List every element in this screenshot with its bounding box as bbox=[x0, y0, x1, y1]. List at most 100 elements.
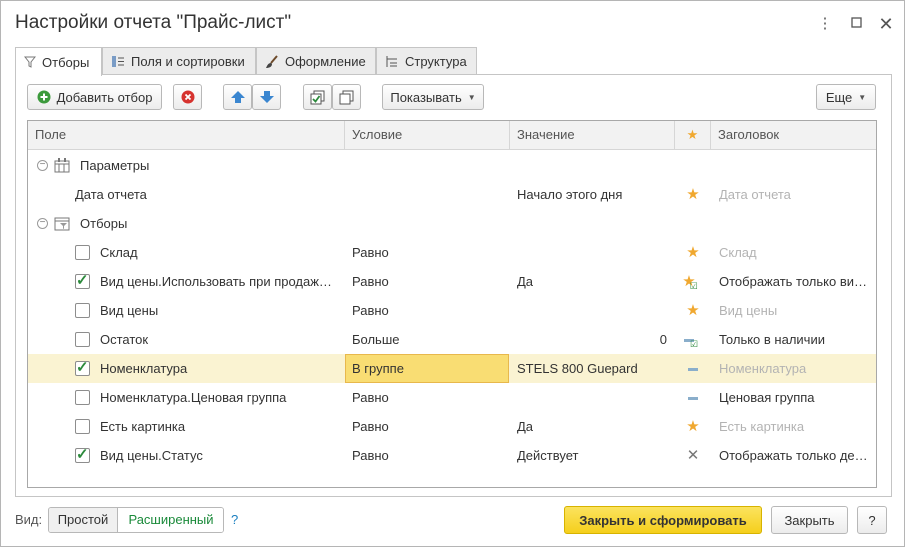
condition-cell[interactable]: Равно bbox=[352, 267, 502, 296]
tab-appearance-label: Оформление bbox=[285, 54, 366, 69]
col-value[interactable]: Значение bbox=[510, 121, 675, 150]
brush-icon bbox=[266, 54, 278, 68]
uncheck-all-icon bbox=[339, 90, 354, 104]
group-row-params[interactable]: − Параметры bbox=[28, 151, 876, 180]
view-mode-switch: Простой Расширенный bbox=[48, 507, 224, 533]
collapse-icon[interactable]: − bbox=[37, 218, 48, 229]
table-row[interactable]: Остаток Больше 0 ☑ Только в наличии bbox=[28, 325, 876, 354]
close-button[interactable]: Закрыть bbox=[771, 506, 848, 534]
uncheck-all-button[interactable] bbox=[332, 84, 361, 110]
group-row-filters[interactable]: − Отборы bbox=[28, 209, 876, 238]
row-checkbox[interactable]: ✓ bbox=[75, 446, 90, 463]
star-icon[interactable]: ★ bbox=[675, 180, 711, 209]
caption-cell[interactable]: Отображать только ви… bbox=[719, 267, 874, 296]
row-checkbox[interactable]: ✓ bbox=[75, 359, 90, 376]
view-simple-button[interactable]: Простой bbox=[49, 508, 118, 532]
value-cell[interactable]: Да bbox=[517, 267, 672, 296]
condition-cell[interactable]: Равно bbox=[352, 441, 502, 470]
row-checkbox[interactable] bbox=[75, 390, 90, 405]
value-cell[interactable]: Да bbox=[517, 412, 672, 441]
tab-filters[interactable]: Отборы bbox=[15, 47, 102, 76]
field-cell: Склад bbox=[100, 245, 138, 260]
close-icon[interactable]: ✕ bbox=[876, 14, 896, 34]
condition-cell[interactable]: Равно bbox=[352, 238, 502, 267]
caption-cell[interactable]: Только в наличии bbox=[719, 325, 874, 354]
col-star-icon[interactable]: ★ bbox=[675, 121, 711, 150]
collapse-icon[interactable]: − bbox=[37, 160, 48, 171]
row-checkbox[interactable] bbox=[75, 332, 90, 347]
table-row[interactable]: ✓ Вид цены.Статус Равно Действует ✕ Отоб… bbox=[28, 441, 876, 470]
table-row[interactable]: Есть картинка Равно Да ★ Есть картинка bbox=[28, 412, 876, 441]
table-row-selected[interactable]: ✓ Номенклатура В группе STELS 800 Guepar… bbox=[28, 354, 876, 383]
condition-cell[interactable]: В группе bbox=[352, 354, 502, 383]
col-condition[interactable]: Условие bbox=[345, 121, 510, 150]
star-icon[interactable]: ★ bbox=[675, 412, 711, 441]
tab-structure-label: Структура bbox=[405, 54, 467, 69]
delete-button[interactable] bbox=[173, 84, 202, 110]
caption-cell[interactable]: Вид цены bbox=[719, 296, 874, 325]
col-caption[interactable]: Заголовок bbox=[711, 121, 876, 150]
filters-grid: Поле Условие Значение ★ Заголовок − Пара… bbox=[27, 120, 877, 488]
value-cell[interactable]: Действует bbox=[517, 441, 672, 470]
row-checkbox[interactable]: ✓ bbox=[75, 272, 90, 289]
condition-cell[interactable]: Равно bbox=[352, 383, 502, 412]
tab-structure[interactable]: Структура bbox=[376, 47, 477, 75]
caption-cell[interactable]: Отображать только де… bbox=[719, 441, 874, 470]
field-cell: Вид цены.Статус bbox=[100, 448, 203, 463]
condition-cell[interactable]: Равно bbox=[352, 296, 502, 325]
caption-cell[interactable]: Склад bbox=[719, 238, 874, 267]
group-params-label: Параметры bbox=[80, 158, 150, 173]
row-checkbox[interactable] bbox=[75, 245, 90, 260]
move-down-button[interactable] bbox=[252, 84, 281, 110]
more-label: Еще bbox=[825, 89, 853, 105]
condition-cell[interactable]: Равно bbox=[352, 412, 502, 441]
col-field[interactable]: Поле bbox=[28, 121, 345, 150]
table-row[interactable]: Вид цены Равно ★ Вид цены bbox=[28, 296, 876, 325]
view-advanced-button[interactable]: Расширенный bbox=[118, 508, 223, 532]
value-cell[interactable]: 0 bbox=[517, 325, 667, 354]
dash-icon[interactable] bbox=[675, 354, 711, 383]
field-cell: Есть картинка bbox=[100, 419, 186, 434]
maximize-icon[interactable] bbox=[846, 14, 866, 34]
report-settings-dialog: Настройки отчета "Прайс-лист" ⋮ ✕ Отборы… bbox=[0, 0, 905, 547]
group-filters-label: Отборы bbox=[80, 216, 128, 231]
move-up-button[interactable] bbox=[223, 84, 252, 110]
structure-icon bbox=[386, 56, 397, 67]
table-row[interactable]: Дата отчета Начало этого дня ★ Дата отче… bbox=[28, 180, 876, 209]
close-and-generate-button[interactable]: Закрыть и сформировать bbox=[564, 506, 762, 534]
more-button[interactable]: Еще ▼ bbox=[816, 84, 876, 110]
arrow-up-icon bbox=[230, 91, 245, 103]
add-filter-button[interactable]: Добавить отбор bbox=[27, 84, 162, 110]
dash-icon[interactable] bbox=[675, 383, 711, 412]
caption-cell[interactable]: Номенклатура bbox=[719, 354, 874, 383]
caption-cell[interactable]: Ценовая группа bbox=[719, 383, 874, 412]
value-cell[interactable]: STELS 800 Guepard bbox=[517, 354, 672, 383]
fields-icon bbox=[112, 56, 124, 67]
table-row[interactable]: Номенклатура.Ценовая группа Равно Ценова… bbox=[28, 383, 876, 412]
show-dropdown[interactable]: Показывать ▼ bbox=[382, 84, 484, 110]
star-icon[interactable]: ★ bbox=[675, 296, 711, 325]
help-button[interactable]: ? bbox=[857, 506, 887, 534]
row-checkbox[interactable] bbox=[75, 419, 90, 434]
condition-cell[interactable]: Больше bbox=[352, 325, 502, 354]
help-link[interactable]: ? bbox=[231, 512, 238, 527]
dropdown-arrow-icon: ▼ bbox=[858, 92, 867, 102]
tab-fields-sorting[interactable]: Поля и сортировки bbox=[102, 47, 256, 75]
caption-cell[interactable]: Есть картинка bbox=[719, 412, 874, 441]
dash-check-icon[interactable]: ☑ bbox=[675, 325, 711, 354]
star-check-icon[interactable]: ★☑ bbox=[675, 267, 711, 296]
field-cell: Остаток bbox=[100, 332, 149, 347]
cross-icon[interactable]: ✕ bbox=[675, 441, 711, 470]
star-icon[interactable]: ★ bbox=[675, 238, 711, 267]
title-bar: Настройки отчета "Прайс-лист" ⋮ ✕ bbox=[1, 1, 904, 47]
more-menu-icon[interactable]: ⋮ bbox=[815, 14, 835, 34]
check-all-button[interactable] bbox=[303, 84, 332, 110]
table-row[interactable]: Склад Равно ★ Склад bbox=[28, 238, 876, 267]
caption-cell[interactable]: Дата отчета bbox=[719, 180, 874, 209]
value-cell[interactable]: Начало этого дня bbox=[517, 180, 672, 209]
row-checkbox[interactable] bbox=[75, 303, 90, 318]
delete-icon bbox=[181, 90, 194, 104]
table-row[interactable]: ✓ Вид цены.Использовать при продаж… Равн… bbox=[28, 267, 876, 296]
filters-group-icon bbox=[54, 217, 70, 231]
tab-appearance[interactable]: Оформление bbox=[256, 47, 376, 75]
